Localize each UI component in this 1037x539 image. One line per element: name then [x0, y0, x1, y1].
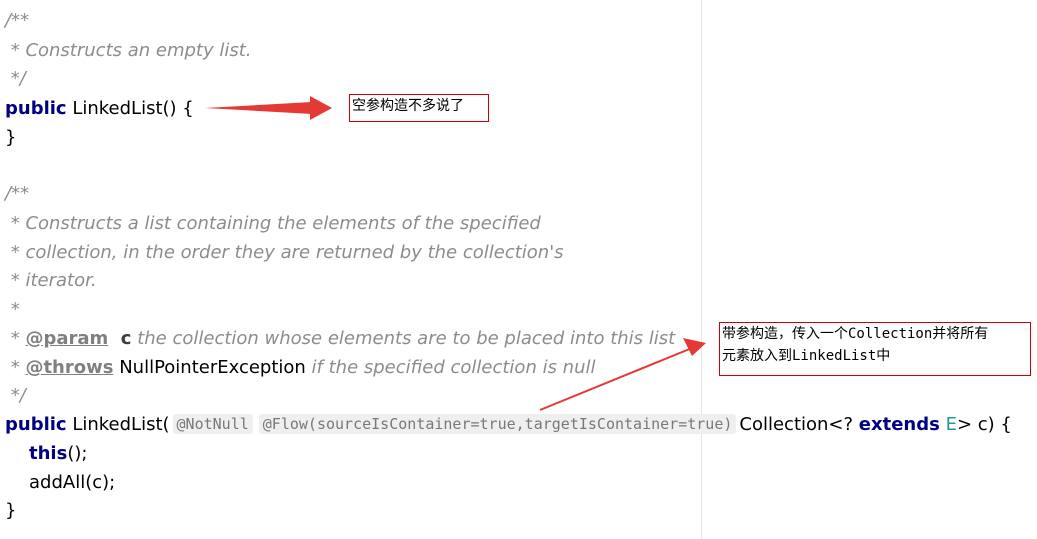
collection-ctor-note-line1: 带参构造，传入一个Collection并将所有 — [722, 326, 989, 342]
arrow-to-empty-ctor — [205, 96, 332, 120]
annotation-arrows — [205, 96, 706, 411]
empty-ctor-note-text: 空参构造不多说了 — [352, 98, 464, 114]
collection-ctor-note: 带参构造，传入一个Collection并将所有 元素放入到LinkedList中 — [719, 322, 1031, 376]
collection-ctor-note-line2: 元素放入到LinkedList中 — [722, 348, 891, 364]
empty-ctor-note: 空参构造不多说了 — [349, 94, 489, 122]
arrow-to-collection-ctor — [539, 338, 706, 411]
